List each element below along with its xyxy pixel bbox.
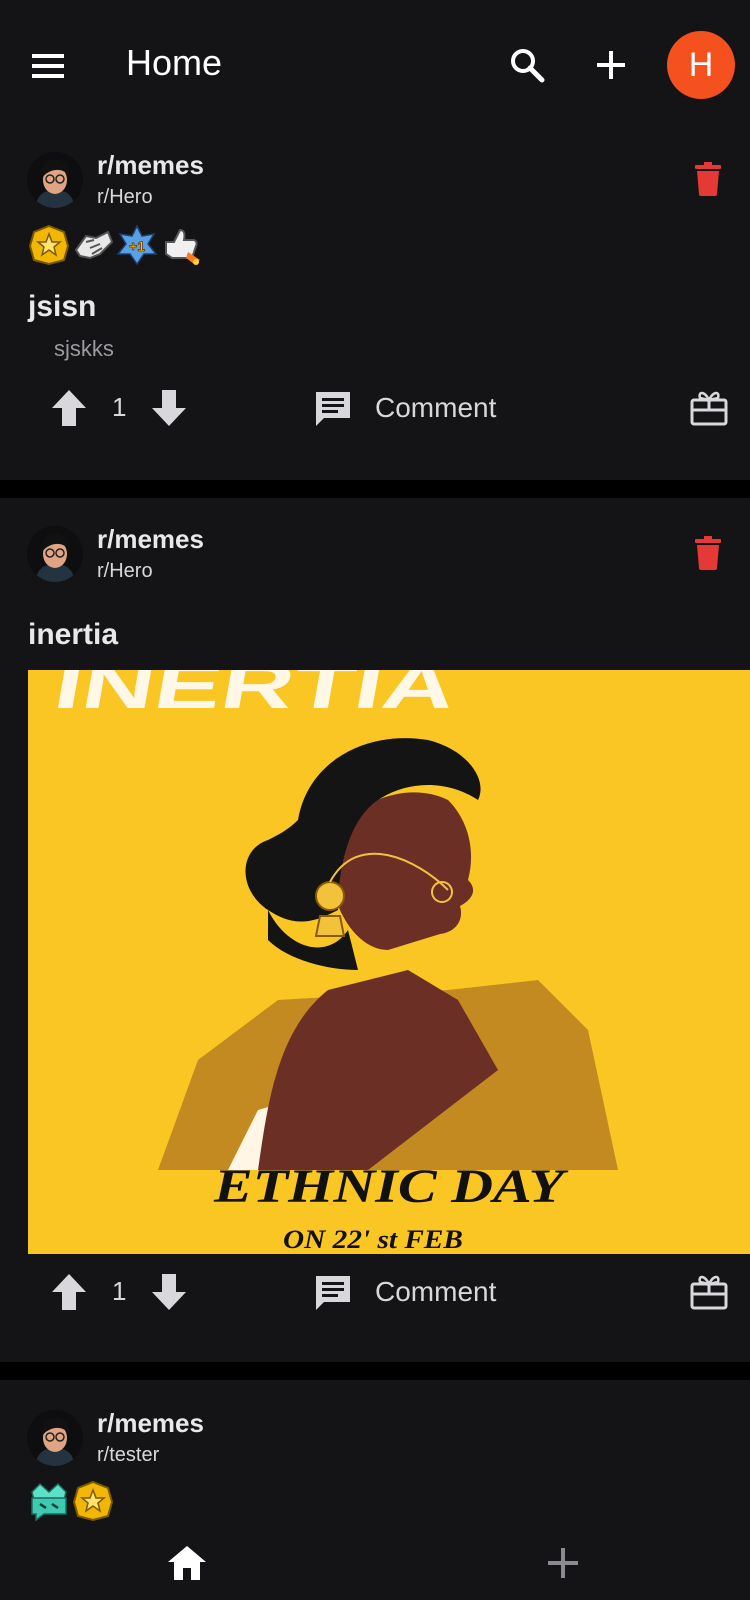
crown-chat-award-icon [31, 1482, 67, 1522]
post-avatar[interactable] [27, 152, 83, 208]
star-award-icon [28, 224, 70, 266]
post-user[interactable]: r/Hero [97, 186, 153, 209]
vote-count: 1 [112, 1276, 127, 1306]
post-avatar[interactable] [27, 1410, 83, 1466]
upvote-icon[interactable] [50, 1272, 88, 1312]
bottom-nav [0, 1530, 750, 1600]
downvote-icon[interactable] [150, 1272, 188, 1312]
search-icon[interactable] [508, 46, 546, 84]
post-community[interactable]: r/memes [97, 1408, 204, 1439]
post-title[interactable]: jsisn [28, 290, 96, 324]
post-image[interactable]: INERTIA ETHNIC DAY ON 22' st FEB [28, 670, 750, 1254]
image-top-text: INERTIA [49, 670, 462, 722]
add-tab-icon[interactable] [546, 1546, 580, 1580]
post-community[interactable]: r/memes [97, 524, 204, 555]
downvote-icon[interactable] [150, 388, 188, 428]
image-subcaption: ON 22' st FEB [283, 1225, 463, 1254]
create-post-icon[interactable] [594, 48, 628, 82]
plus-one-award-icon: +1 [116, 224, 158, 266]
comment-button[interactable]: Comment [375, 392, 496, 424]
svg-text:+1: +1 [129, 238, 145, 254]
menu-icon[interactable] [30, 48, 68, 84]
post-card[interactable]: r/memes r/Hero +1 jsisn sjskks 1 Comment [0, 130, 750, 480]
post-actions: 1 Comment [0, 384, 750, 434]
post-card[interactable]: r/memes r/tester [0, 1380, 750, 1530]
delete-icon[interactable] [695, 162, 721, 196]
comment-button[interactable]: Comment [375, 1276, 496, 1308]
delete-icon[interactable] [695, 536, 721, 570]
comment-icon[interactable] [314, 1274, 352, 1312]
vote-count: 1 [112, 392, 127, 422]
awards-row [28, 1480, 114, 1524]
profile-avatar[interactable]: H [667, 31, 735, 99]
post-body: sjskks [54, 336, 114, 361]
home-icon[interactable] [166, 1544, 208, 1582]
post-title[interactable]: inertia [28, 618, 118, 652]
post-card[interactable]: r/memes r/Hero inertia INERTIA ETHNIC DA… [0, 498, 750, 1362]
gift-award-icon[interactable] [690, 388, 728, 426]
awards-row: +1 [28, 224, 202, 268]
app-bar: Home H [0, 0, 750, 130]
post-community[interactable]: r/memes [97, 150, 204, 181]
post-user[interactable]: r/tester [97, 1444, 159, 1467]
post-user[interactable]: r/Hero [97, 560, 153, 583]
post-actions: 1 Comment [0, 1268, 750, 1318]
gift-award-icon[interactable] [690, 1272, 728, 1310]
star-award-icon [72, 1480, 114, 1522]
post-avatar[interactable] [27, 526, 83, 582]
thumbs-up-rocket-award-icon [165, 228, 200, 265]
page-title: Home [126, 42, 223, 83]
comment-icon[interactable] [314, 390, 352, 428]
handshake-award-icon [74, 230, 114, 260]
image-caption: ETHNIC DAY [213, 1160, 569, 1213]
upvote-icon[interactable] [50, 388, 88, 428]
